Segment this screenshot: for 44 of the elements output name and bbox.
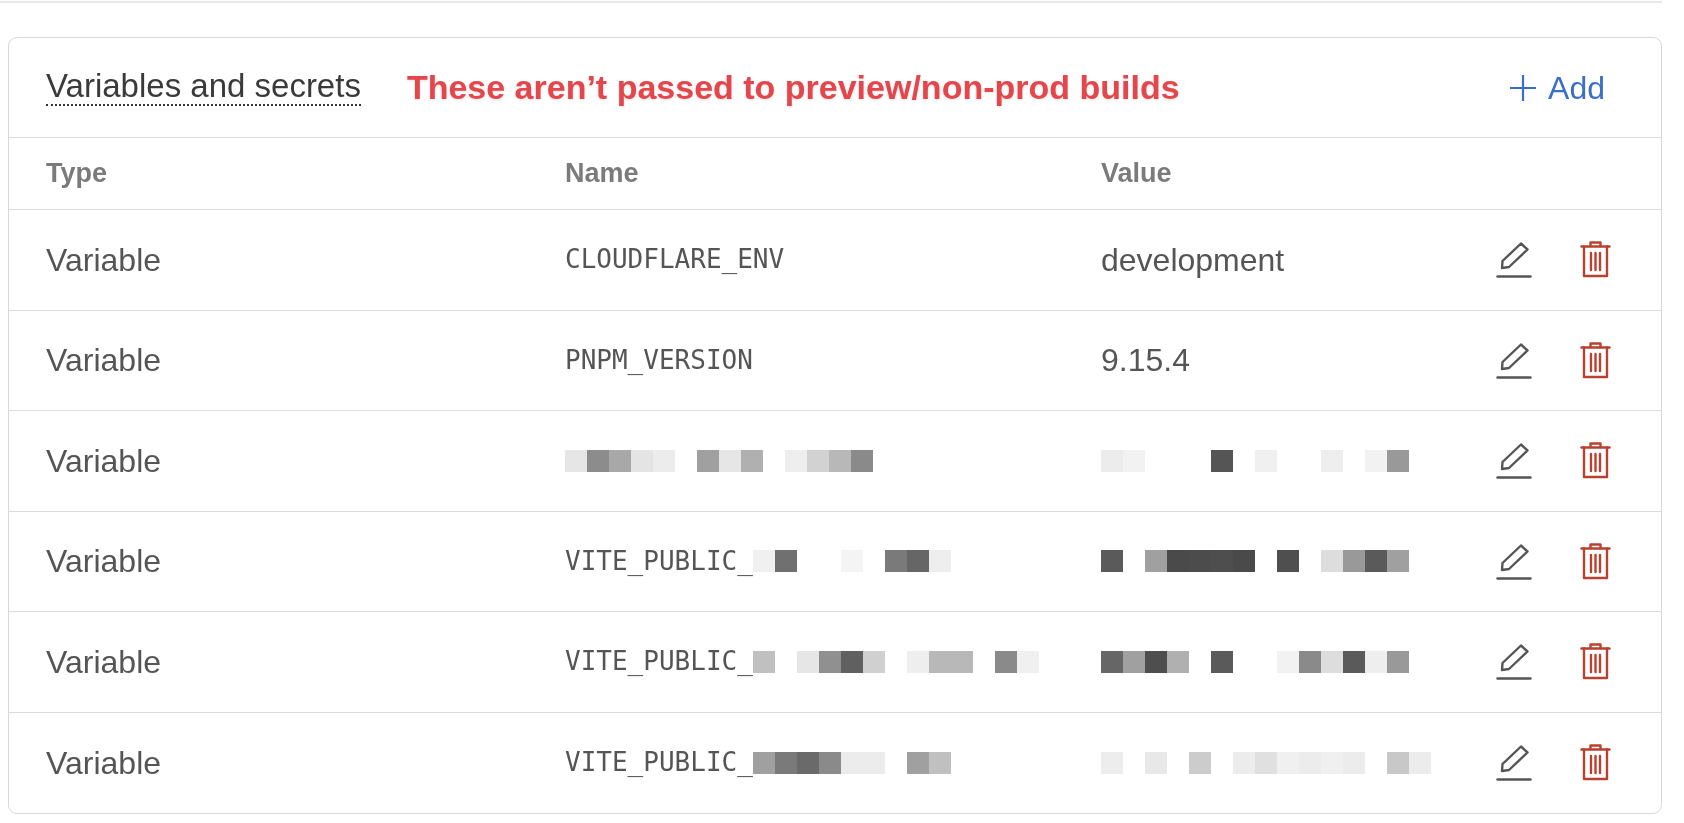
- pencil-icon: [1496, 744, 1532, 782]
- trash-icon: [1580, 442, 1611, 480]
- type-text: Variable: [46, 241, 162, 278]
- trash-icon: [1580, 744, 1611, 782]
- edit-button[interactable]: [1496, 643, 1532, 681]
- pencil-icon: [1496, 241, 1532, 279]
- delete-button[interactable]: [1580, 643, 1611, 681]
- type-text: Variable: [46, 744, 162, 781]
- edit-button[interactable]: [1496, 442, 1532, 480]
- edit-button[interactable]: [1496, 542, 1532, 580]
- plus-icon: [1510, 74, 1537, 101]
- variable-name: VITE_PUBLIC_: [565, 645, 753, 679]
- variable-name: PNPM_VERSION: [565, 343, 753, 377]
- delete-button[interactable]: [1580, 542, 1611, 580]
- delete-button[interactable]: [1580, 241, 1611, 279]
- trash-icon: [1580, 241, 1611, 279]
- delete-button[interactable]: [1580, 744, 1611, 782]
- pencil-icon: [1496, 542, 1532, 580]
- add-button[interactable]: Add: [1510, 63, 1605, 112]
- annotation-text: These aren’t passed to preview/non-prod builds: [406, 67, 1180, 108]
- edit-button[interactable]: [1496, 241, 1532, 279]
- variable-value: development: [1101, 241, 1285, 278]
- type-text: Variable: [46, 643, 162, 680]
- section-title: Variables and secrets: [46, 69, 361, 106]
- type-text: Variable: [46, 543, 162, 580]
- pencil-icon: [1496, 442, 1532, 480]
- type-text: Variable: [46, 342, 162, 379]
- variable-name: CLOUDFLARE_ENV: [565, 243, 785, 277]
- edit-button[interactable]: [1496, 744, 1532, 782]
- trash-icon: [1580, 643, 1611, 681]
- pencil-icon: [1496, 341, 1532, 379]
- trash-icon: [1580, 341, 1611, 379]
- variable-name: VITE_PUBLIC_: [565, 746, 753, 780]
- variable-name: VITE_PUBLIC_: [565, 544, 753, 578]
- column-header: Type: [46, 158, 107, 189]
- column-header: Value: [1101, 158, 1172, 189]
- trash-icon: [1580, 542, 1611, 580]
- pencil-icon: [1496, 643, 1532, 681]
- edit-button[interactable]: [1496, 341, 1532, 379]
- delete-button[interactable]: [1580, 341, 1611, 379]
- delete-button[interactable]: [1580, 442, 1611, 480]
- type-text: Variable: [46, 442, 162, 479]
- column-header: Name: [565, 158, 639, 189]
- variable-value: 9.15.4: [1101, 342, 1190, 379]
